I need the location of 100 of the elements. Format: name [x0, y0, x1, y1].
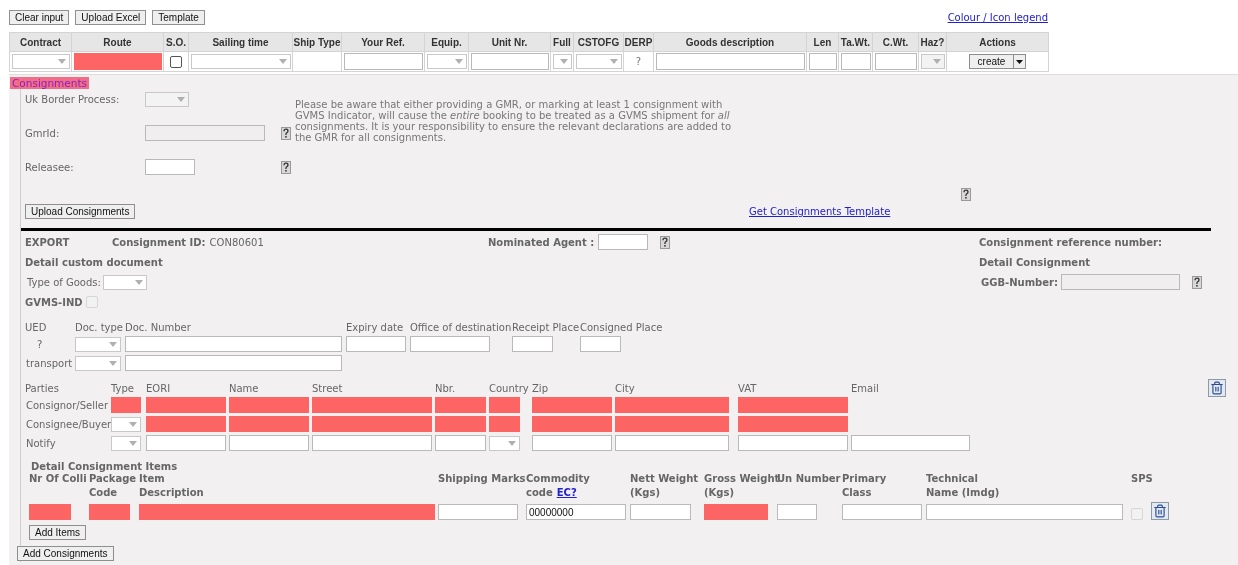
caret-icon — [109, 360, 117, 366]
toolbar-button[interactable]: Upload Excel — [75, 9, 147, 25]
text-field[interactable] — [435, 397, 486, 413]
text-field[interactable] — [229, 397, 309, 413]
toolbar-button[interactable]: Clear input — [9, 9, 70, 25]
text-field[interactable] — [489, 416, 520, 432]
caret-icon — [609, 59, 618, 64]
text-field[interactable] — [111, 397, 141, 413]
column-header: Type — [111, 383, 135, 394]
dropdown[interactable] — [575, 54, 622, 69]
column-header: VAT — [738, 383, 758, 394]
template-link[interactable]: Get Consignments Template — [749, 206, 891, 217]
column-header: Haz? — [918, 32, 947, 52]
text-field[interactable]: 00000000 — [526, 504, 626, 520]
text-field[interactable] — [598, 234, 649, 250]
help-icon[interactable] — [660, 235, 671, 249]
text-field[interactable] — [615, 435, 729, 451]
ec-link[interactable]: EC? — [556, 486, 577, 500]
legend-link[interactable]: Colour / Icon legend — [947, 11, 1048, 23]
text-field[interactable] — [874, 53, 917, 70]
text-field[interactable] — [435, 435, 486, 451]
text-field[interactable] — [146, 416, 226, 432]
text-field[interactable] — [73, 53, 162, 70]
text-field[interactable] — [704, 504, 768, 520]
help-icon[interactable] — [961, 188, 971, 201]
delete-button[interactable] — [1151, 502, 1169, 520]
text-field[interactable] — [125, 355, 342, 371]
text-field[interactable] — [738, 416, 848, 432]
text-field[interactable] — [489, 397, 520, 413]
text-field[interactable] — [808, 53, 837, 70]
column-header: Technical Name (Imdg) — [926, 473, 1000, 498]
trash-icon — [1153, 504, 1167, 518]
field-label: GGB-Number: — [980, 276, 1058, 288]
add-consignments-button[interactable]: Add Consignments — [17, 546, 114, 561]
checkbox[interactable] — [170, 55, 182, 68]
dropdown[interactable] — [111, 435, 141, 451]
dropdown[interactable] — [111, 416, 141, 432]
column-header: Ta.Wt. — [838, 32, 873, 52]
text-field[interactable] — [29, 504, 71, 520]
text-field[interactable] — [146, 435, 226, 451]
text-field[interactable] — [346, 336, 406, 352]
delete-button[interactable] — [1208, 379, 1226, 397]
dropdown-button[interactable] — [1014, 54, 1027, 69]
dropdown[interactable] — [190, 54, 291, 69]
text-field[interactable] — [312, 416, 432, 432]
column-header: CSTOFG — [573, 32, 624, 52]
column-header: Goods description — [653, 32, 807, 52]
text-field[interactable] — [532, 397, 612, 413]
create-button[interactable]: create — [968, 54, 1015, 69]
text-field[interactable] — [926, 504, 1123, 520]
dropdown[interactable] — [11, 54, 70, 69]
help-icon[interactable] — [1191, 275, 1202, 289]
text-field[interactable] — [89, 504, 130, 520]
dropdown[interactable] — [552, 54, 572, 69]
column-header: Equip. — [424, 32, 469, 52]
text-field[interactable] — [146, 397, 226, 413]
text-field[interactable] — [738, 435, 848, 451]
text-field[interactable] — [532, 416, 612, 432]
text-field[interactable] — [343, 53, 423, 70]
caret-icon — [109, 341, 117, 347]
help-icon[interactable] — [281, 160, 291, 174]
toolbar-button[interactable]: Template — [152, 9, 205, 25]
dropdown[interactable] — [75, 355, 121, 371]
row-label: Consignor/Seller — [25, 399, 110, 411]
column-header: Zip — [532, 383, 549, 394]
caret-icon — [1016, 59, 1024, 64]
text-field[interactable] — [229, 416, 309, 432]
text-field[interactable] — [851, 435, 970, 451]
text-field[interactable] — [512, 336, 553, 352]
text-field[interactable] — [312, 397, 432, 413]
dropdown[interactable] — [75, 336, 121, 352]
dropdown[interactable] — [426, 54, 467, 69]
caret-icon — [278, 59, 287, 64]
text-field[interactable] — [312, 435, 432, 451]
upload-consignments-button[interactable]: Upload Consignments — [25, 204, 136, 219]
column-header: Package Code — [89, 473, 137, 498]
text-field[interactable] — [470, 53, 549, 70]
text-field[interactable] — [532, 435, 612, 451]
dropdown[interactable] — [102, 274, 147, 290]
text-field[interactable] — [777, 504, 817, 520]
text-field[interactable] — [615, 416, 729, 432]
text-field[interactable] — [842, 504, 922, 520]
text-field[interactable] — [125, 336, 342, 352]
text-field[interactable] — [580, 336, 621, 352]
text-field[interactable] — [145, 159, 195, 175]
text-field[interactable] — [435, 416, 486, 432]
text-field[interactable] — [410, 336, 490, 352]
help-icon[interactable] — [281, 126, 291, 140]
text-field[interactable] — [615, 397, 729, 413]
text-field[interactable] — [229, 435, 309, 451]
row-label: Notify — [25, 437, 57, 449]
text-field[interactable] — [1060, 274, 1180, 290]
text-field[interactable] — [630, 504, 691, 520]
text-field[interactable] — [438, 504, 518, 520]
text-field[interactable] — [840, 53, 871, 70]
text-field[interactable] — [139, 504, 435, 520]
text-field[interactable] — [738, 397, 848, 413]
add-items-button[interactable]: Add Items — [29, 525, 87, 540]
text-field[interactable] — [655, 53, 805, 70]
dropdown[interactable] — [489, 435, 520, 451]
